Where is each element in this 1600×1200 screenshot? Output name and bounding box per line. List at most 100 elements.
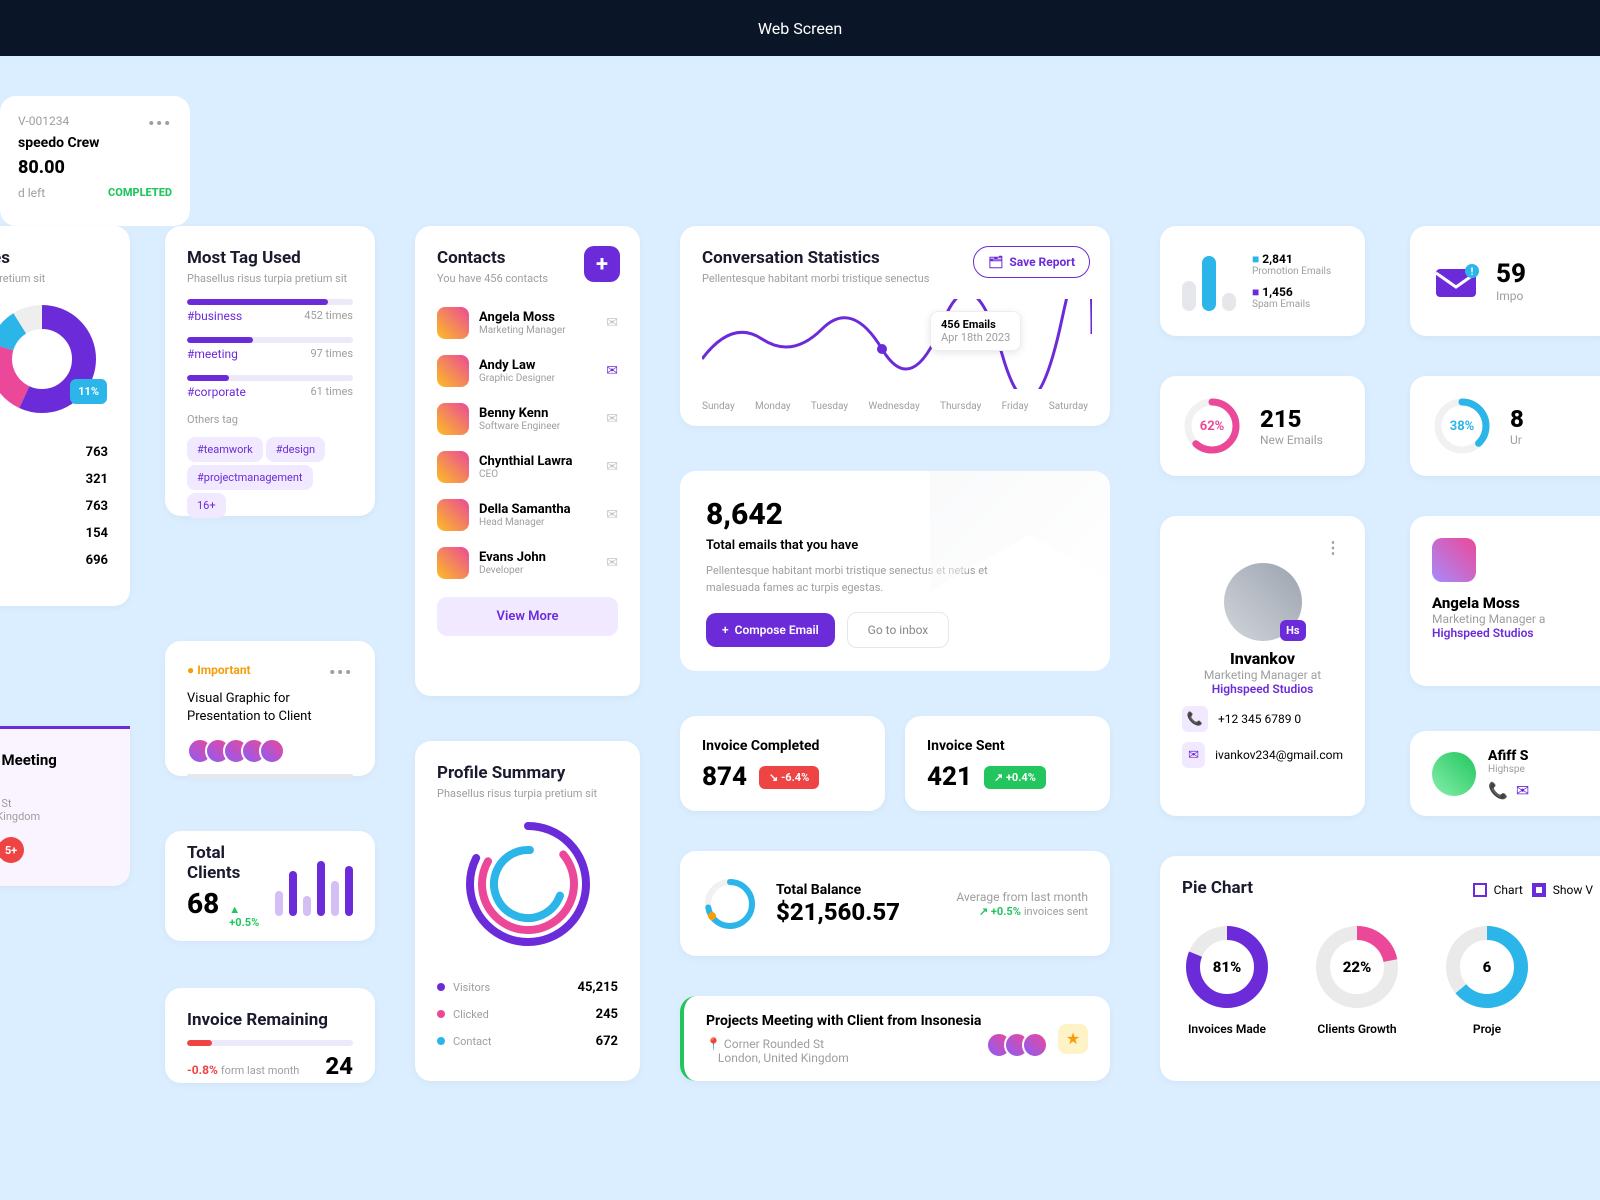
unread-ring: 38% bbox=[1432, 396, 1492, 456]
balance-card: Total Balance $21,560.57 Average from la… bbox=[680, 851, 1110, 956]
profile-card-invankov[interactable]: ⋮ Hs Invankov Marketing Manager at Highs… bbox=[1160, 516, 1365, 816]
project-meeting-card[interactable]: Projects Meeting with Client from Insone… bbox=[680, 996, 1110, 1081]
categories-card: gories turpia pretium sit 11% 27%)763 n … bbox=[0, 226, 130, 606]
clients-bars bbox=[275, 856, 353, 916]
important-label: ● Important bbox=[187, 663, 251, 682]
avatar bbox=[1432, 752, 1476, 796]
contacts-card: Contacts You have 456 contacts + Angela … bbox=[415, 226, 640, 696]
meeting-card[interactable]: eekly Meeting oject ounded St United Kin… bbox=[0, 726, 130, 886]
chart-days: SundayMondayTuesdayWednesdayThursdayFrid… bbox=[702, 401, 1088, 412]
chart-checkbox[interactable]: Chart bbox=[1473, 883, 1523, 897]
pie-item: 6Proje bbox=[1442, 922, 1532, 1036]
new-emails-card: 62% 215 New Emails bbox=[1160, 376, 1365, 476]
clients-value: 68 bbox=[187, 887, 219, 920]
promo-bars bbox=[1182, 251, 1236, 311]
topbar-title: Web Screen bbox=[758, 19, 842, 38]
save-icon: 🗂 bbox=[988, 255, 1003, 269]
contact-item[interactable]: Chynthial LawraCEO✉ bbox=[437, 443, 618, 491]
profsum-title: Profile Summary bbox=[437, 763, 618, 783]
profile-card-angela[interactable]: Angela Moss Marketing Manager a Highspee… bbox=[1410, 516, 1600, 686]
avatar bbox=[437, 403, 469, 435]
others-label: Others tag bbox=[187, 413, 353, 426]
tags-title: Most Tag Used bbox=[187, 248, 353, 268]
avatar bbox=[437, 307, 469, 339]
stat-row: Clicked245 bbox=[437, 1001, 618, 1028]
save-report-button[interactable]: 🗂Save Report bbox=[973, 246, 1090, 278]
email-icon[interactable]: ✉ bbox=[1182, 742, 1205, 768]
mail-icon[interactable]: ✉ bbox=[606, 555, 618, 571]
invoice-completed-card: Invoice Completed 874 ↘ -6.4% bbox=[680, 716, 885, 811]
phone-icon[interactable]: 📞 bbox=[1182, 706, 1208, 732]
dashboard-canvas: gories turpia pretium sit 11% 27%)763 n … bbox=[0, 56, 1600, 1200]
phone-icon[interactable]: 📞 bbox=[1488, 781, 1508, 800]
mail-icon[interactable]: ✉ bbox=[606, 459, 618, 475]
contact-item[interactable]: Andy LawGraphic Designer✉ bbox=[437, 347, 618, 395]
contact-item[interactable]: Angela MossMarketing Manager✉ bbox=[437, 299, 618, 347]
profile-card-afiff[interactable]: Afiff S Highspe 📞 ✉ bbox=[1410, 731, 1600, 816]
more-icon[interactable]: ••• bbox=[329, 663, 353, 682]
pie-chart-card: Pie Chart Chart Show V 81%Invoices Made2… bbox=[1160, 856, 1600, 1081]
chart-tooltip: 456 EmailsApr 18th 2023 bbox=[930, 311, 1021, 351]
newmail-ring: 62% bbox=[1182, 396, 1242, 456]
conversation-chart bbox=[702, 299, 1092, 389]
progress-bar bbox=[187, 774, 353, 778]
tag-chip[interactable]: #design bbox=[266, 437, 325, 462]
categories-pct-badge: 11% bbox=[70, 379, 107, 404]
promo-emails-card: ■ 2,841 Promotion Emails ■ 1,456 Spam Em… bbox=[1160, 226, 1365, 336]
avatar bbox=[1432, 538, 1476, 582]
show-value-checkbox[interactable]: Show V bbox=[1532, 883, 1593, 897]
clients-trend: ▲+0.5% bbox=[229, 903, 259, 929]
important-text: Visual Graphic for Presentation to Clien… bbox=[187, 690, 353, 726]
mail-icon[interactable]: ✉ bbox=[606, 363, 618, 379]
add-contact-button[interactable]: + bbox=[584, 246, 620, 282]
invoice-remaining-card: Invoice Remaining -0.8% form last month … bbox=[165, 988, 375, 1083]
contact-item[interactable]: Evans JohnDeveloper✉ bbox=[437, 539, 618, 587]
contact-item[interactable]: Benny KennSoftware Engineer✉ bbox=[437, 395, 618, 443]
important-card[interactable]: ● Important ••• Visual Graphic for Prese… bbox=[165, 641, 375, 776]
trend-down-pill: ↘ -6.4% bbox=[759, 766, 819, 789]
spam-card: ! 59 Impo bbox=[1410, 226, 1600, 336]
topbar: Web Screen bbox=[0, 0, 1600, 56]
mail-icon: ! bbox=[1432, 257, 1480, 305]
tag-label[interactable]: #meeting bbox=[187, 347, 238, 361]
tag-label[interactable]: #business bbox=[187, 309, 242, 323]
categories-sub: turpia pretium sit bbox=[0, 272, 108, 285]
invoice-sent-card: Invoice Sent 421 ↗ +0.4% bbox=[905, 716, 1110, 811]
svg-text:!: ! bbox=[1471, 267, 1474, 278]
profile-summary-card: Profile Summary Phasellus risus turpia p… bbox=[415, 741, 640, 1081]
count-badge: 5+ bbox=[0, 837, 24, 863]
clients-title: Total Clients bbox=[187, 843, 275, 883]
tag-chip[interactable]: #projectmanagement bbox=[187, 465, 313, 490]
tags-card: Most Tag Used Phasellus risus turpia pre… bbox=[165, 226, 375, 516]
more-icon[interactable]: ⋮ bbox=[1325, 538, 1343, 557]
star-icon[interactable]: ★ bbox=[1058, 1024, 1088, 1054]
pie-item: 81%Invoices Made bbox=[1182, 922, 1272, 1036]
categories-rows: 27%)763 n (11%)321 2%)763 15%)154 3%)696 bbox=[0, 439, 108, 574]
avatar bbox=[437, 355, 469, 387]
contact-item[interactable]: Della SamanthaHead Manager✉ bbox=[437, 491, 618, 539]
go-to-inbox-button[interactable]: Go to inbox bbox=[847, 612, 950, 648]
mail-icon[interactable]: ✉ bbox=[606, 315, 618, 331]
invoice-small-card[interactable]: V-001234••• speedo Crew 80.00 d leftCOMP… bbox=[0, 96, 190, 226]
mail-icon[interactable]: ✉ bbox=[606, 507, 618, 523]
email-icon[interactable]: ✉ bbox=[1516, 781, 1529, 800]
clients-card: Total Clients 68 ▲+0.5% bbox=[165, 831, 375, 941]
view-more-button[interactable]: View More bbox=[437, 597, 618, 636]
profile-rings bbox=[458, 814, 598, 954]
tag-label[interactable]: #corporate bbox=[187, 385, 246, 399]
avatar: Hs bbox=[1224, 563, 1302, 641]
more-icon[interactable]: ••• bbox=[148, 114, 172, 133]
avatar bbox=[437, 451, 469, 483]
compose-email-button[interactable]: + Compose Email bbox=[706, 613, 835, 647]
tag-chip[interactable]: #teamwork bbox=[187, 437, 263, 462]
conversation-stats-card: Conversation Statistics Pellentesque hab… bbox=[680, 226, 1110, 426]
meeting-title: eekly Meeting bbox=[0, 751, 108, 769]
tags-sub: Phasellus risus turpia pretium sit bbox=[187, 272, 353, 285]
tag-chip[interactable]: 16+ bbox=[187, 493, 226, 518]
avatar bbox=[437, 499, 469, 531]
stat-row: Visitors45,215 bbox=[437, 974, 618, 1001]
mail-icon[interactable]: ✉ bbox=[606, 411, 618, 427]
total-emails-card: 8,642 Total emails that you have Pellent… bbox=[680, 471, 1110, 671]
categories-donut: 11% bbox=[0, 299, 102, 419]
avatar bbox=[437, 547, 469, 579]
